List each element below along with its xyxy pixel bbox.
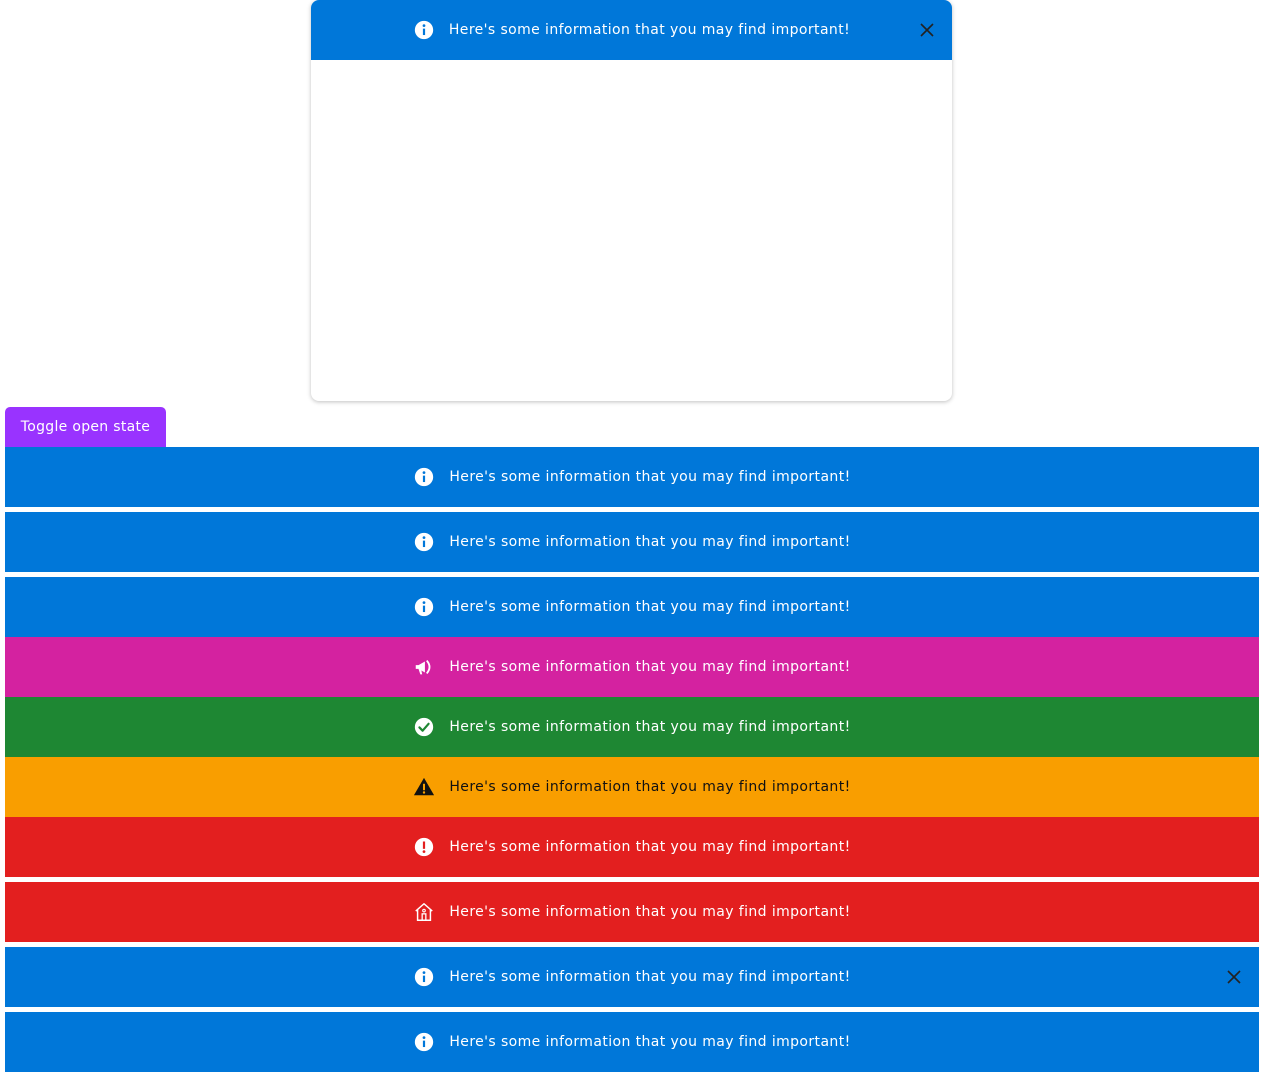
banner-content: Here's some information that you may fin… bbox=[413, 836, 850, 858]
page: Here's some information that you may fin… bbox=[0, 0, 1264, 1072]
banner-content: Here's some information that you may fin… bbox=[413, 531, 850, 553]
banner-message: Here's some information that you may fin… bbox=[449, 599, 851, 615]
dialog-panel: Here's some information that you may fin… bbox=[311, 0, 952, 401]
banner-content: Here's some information that you may fin… bbox=[413, 19, 850, 41]
banner-content: Here's some information that you may fin… bbox=[413, 466, 850, 488]
promo-banner: Here's some information that you may fin… bbox=[5, 637, 1259, 697]
close-icon[interactable] bbox=[916, 19, 938, 41]
megaphone-icon bbox=[413, 656, 435, 678]
banner-message: Here's some information that you may fin… bbox=[449, 534, 851, 550]
banner-content: Here's some information that you may fin… bbox=[413, 776, 850, 798]
banner-message: Here's some information that you may fin… bbox=[449, 469, 851, 485]
toggle-open-state-button[interactable]: Toggle open state bbox=[5, 407, 166, 447]
banner-message: Here's some information that you may fin… bbox=[449, 659, 851, 675]
banner-message: Here's some information that you may fin… bbox=[449, 839, 851, 855]
banner-message: Here's some information that you may fin… bbox=[449, 969, 851, 985]
info-banner: Here's some information that you may fin… bbox=[5, 512, 1259, 572]
error-circle-icon bbox=[413, 836, 435, 858]
info-banner: Here's some information that you may fin… bbox=[5, 1012, 1259, 1072]
banner-content: Here's some information that you may fin… bbox=[413, 596, 850, 618]
check-circle-icon bbox=[413, 716, 435, 738]
banner-content: Here's some information that you may fin… bbox=[413, 1031, 850, 1053]
banner-message: Here's some information that you may fin… bbox=[449, 904, 851, 920]
info-banner: Here's some information that you may fin… bbox=[5, 447, 1259, 507]
banner-content: Here's some information that you may fin… bbox=[413, 656, 850, 678]
error-banner: Here's some information that you may fin… bbox=[5, 817, 1259, 877]
banner-content: Here's some information that you may fin… bbox=[413, 716, 850, 738]
warning-triangle-icon bbox=[413, 776, 435, 798]
close-icon[interactable] bbox=[1223, 966, 1245, 988]
info-icon bbox=[413, 1031, 435, 1053]
banner-message: Here's some information that you may fin… bbox=[449, 1034, 851, 1050]
info-banner: Here's some information that you may fin… bbox=[5, 577, 1259, 637]
info-banner-closable: Here's some information that you may fin… bbox=[5, 947, 1259, 1007]
house-icon bbox=[413, 901, 435, 923]
warning-banner: Here's some information that you may fin… bbox=[5, 757, 1259, 817]
banner-content: Here's some information that you may fin… bbox=[413, 966, 850, 988]
banner-message: Here's some information that you may fin… bbox=[448, 22, 851, 38]
info-icon bbox=[413, 966, 435, 988]
info-icon bbox=[413, 531, 435, 553]
info-icon bbox=[413, 19, 435, 41]
info-icon bbox=[413, 466, 435, 488]
banner-content: Here's some information that you may fin… bbox=[413, 901, 850, 923]
info-icon bbox=[413, 596, 435, 618]
banner-message: Here's some information that you may fin… bbox=[449, 779, 851, 795]
error-banner: Here's some information that you may fin… bbox=[5, 882, 1259, 942]
success-banner: Here's some information that you may fin… bbox=[5, 697, 1259, 757]
banner-message: Here's some information that you may fin… bbox=[449, 719, 851, 735]
dialog-info-banner: Here's some information that you may fin… bbox=[311, 0, 952, 60]
